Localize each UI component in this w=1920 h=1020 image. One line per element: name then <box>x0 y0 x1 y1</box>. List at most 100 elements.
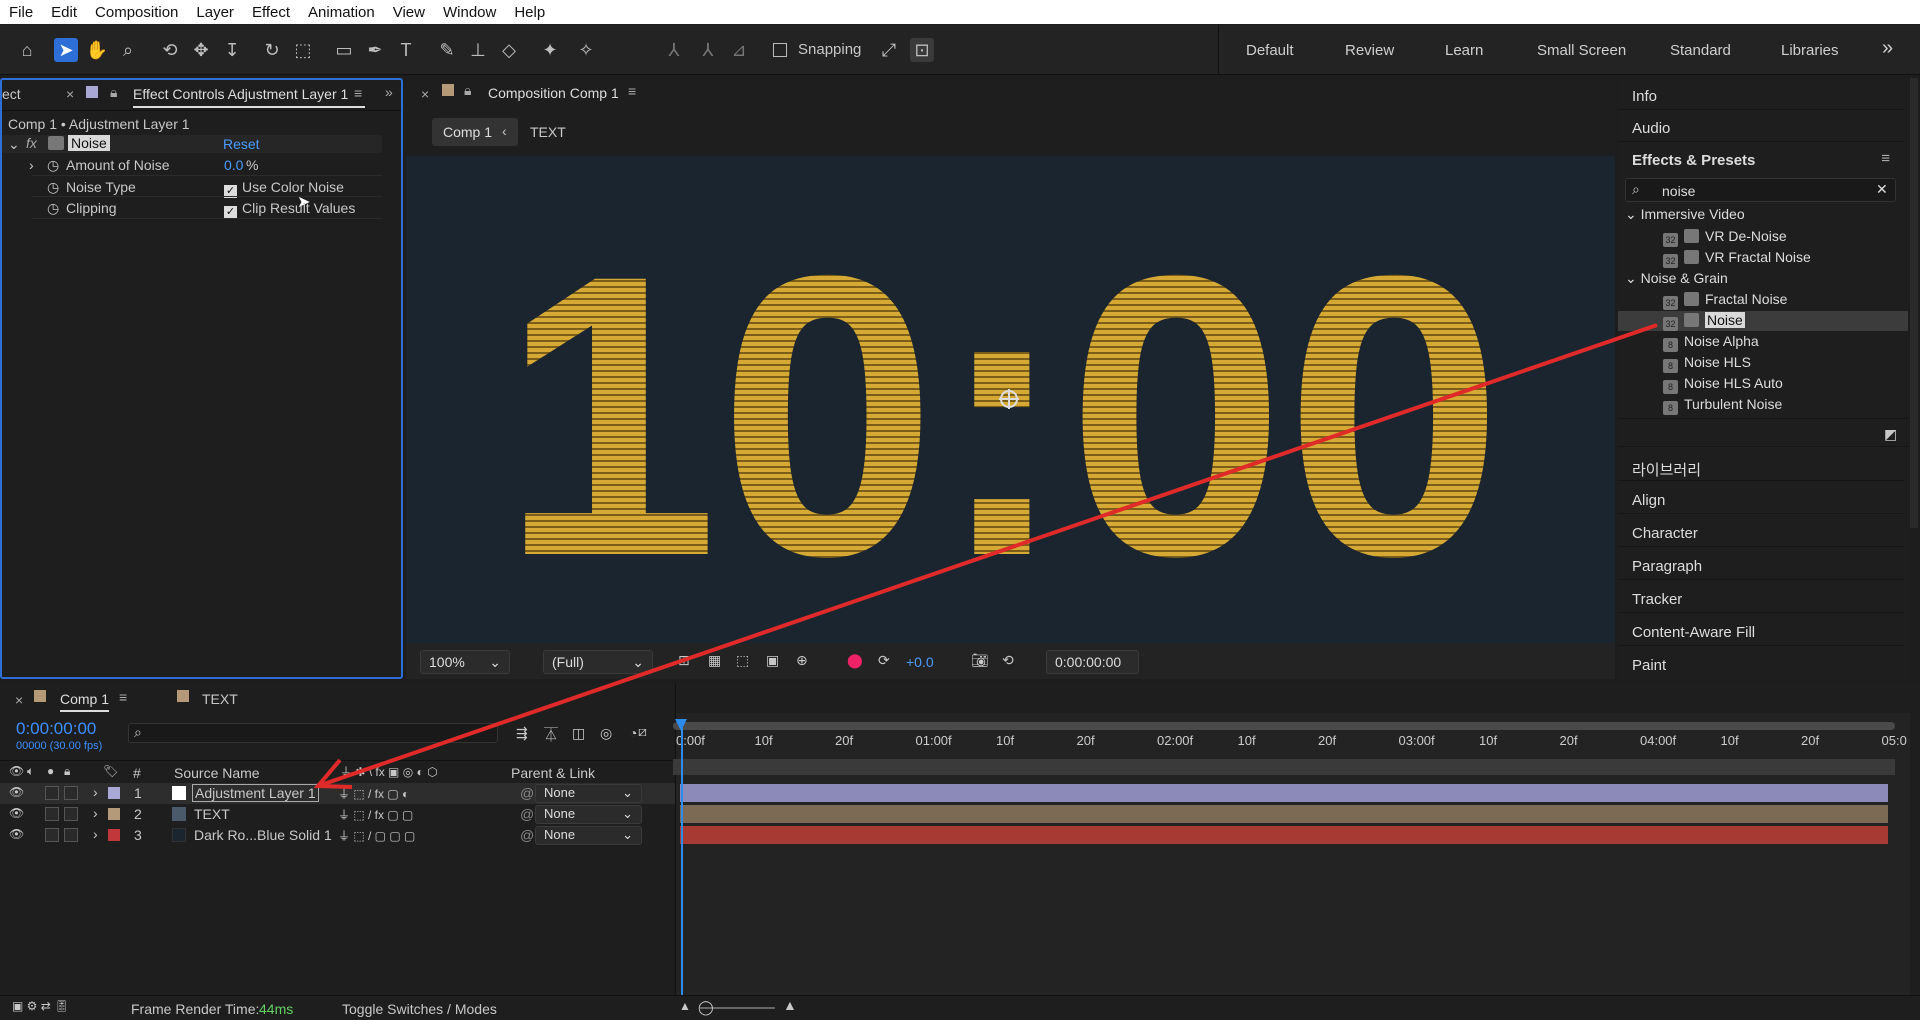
workspace-overflow-icon[interactable]: » <box>1882 37 1893 60</box>
toggle-switches-modes-button[interactable]: Toggle Switches / Modes <box>342 1001 497 1017</box>
menu-window[interactable]: Window <box>434 4 505 21</box>
current-time-field[interactable]: 0:00:00:00 <box>1046 650 1139 674</box>
panel-menu-icon[interactable]: ≡ <box>628 83 636 99</box>
character-panel-header[interactable]: Character <box>1618 515 1904 547</box>
puppet-pin-icon[interactable]: ✧ <box>574 38 598 62</box>
home-icon[interactable]: ⌂ <box>15 38 39 62</box>
brush-tool-icon[interactable]: ✎ <box>435 38 459 62</box>
workspace-default[interactable]: Default <box>1246 42 1294 59</box>
workspace-small-screen[interactable]: Small Screen <box>1537 42 1626 59</box>
stopwatch-icon[interactable]: ◷ <box>47 157 59 174</box>
tab-comp1[interactable]: Comp 1 <box>60 691 110 712</box>
fx-toggle[interactable]: fx <box>26 135 37 151</box>
close-icon[interactable]: × <box>15 692 23 708</box>
pickwhip-icon[interactable]: @ <box>520 827 534 843</box>
effect-item[interactable]: 32 Fractal Noise <box>1663 291 1787 310</box>
roto-brush-icon[interactable]: ✦ <box>538 38 562 62</box>
fast-previews-icon[interactable]: ⊞ <box>678 652 690 669</box>
workspace-libraries[interactable]: Libraries <box>1781 42 1839 59</box>
guides-icon[interactable]: ⊕ <box>796 652 808 669</box>
playhead[interactable] <box>681 723 683 1020</box>
solo-toggle-icon[interactable]: ● <box>47 764 54 778</box>
video-toggle-icon[interactable]: 👁︎ <box>9 764 24 778</box>
crumb-comp1[interactable]: Comp 1 <box>443 124 492 140</box>
layer-switches[interactable]: ⏚ ⬚ / fx ▢ ◐ <box>338 785 409 802</box>
paint-panel-header[interactable]: Paint <box>1618 647 1904 679</box>
work-area-range[interactable] <box>673 759 1895 775</box>
tab-effect-controls[interactable]: Effect Controls Adjustment Layer 1 <box>133 86 365 108</box>
effect-item[interactable]: 32 VR De-Noise <box>1663 228 1787 247</box>
snap-options-icon[interactable]: ⤢ <box>877 38 901 62</box>
pen-tool-icon[interactable]: ✒ <box>363 38 387 62</box>
label-color-swatch[interactable] <box>108 829 120 841</box>
panel-menu-icon[interactable]: ≡ <box>119 689 127 705</box>
motion-blur-icon[interactable]: ◔ <box>629 725 637 741</box>
audio-panel-header[interactable]: Audio <box>1618 110 1904 142</box>
effect-item-noise-selected[interactable]: 32 Noise <box>1663 312 1745 331</box>
effect-item[interactable]: 8 Noise HLS Auto <box>1663 375 1783 394</box>
menu-view[interactable]: View <box>384 4 434 21</box>
clear-search-icon[interactable]: ✕ <box>1876 181 1888 198</box>
effects-search-input[interactable]: ⌕ noise ✕ <box>1625 178 1896 202</box>
graph-editor-icon[interactable]: ⧄ <box>638 723 647 740</box>
zoom-dropdown[interactable]: 100% ⌄ <box>420 650 510 674</box>
axis-local-icon[interactable]: ⅄ <box>662 38 686 62</box>
effect-expand-chevron-icon[interactable]: ⌄ <box>8 136 20 153</box>
label-tag-icon[interactable]: 🏷︎ <box>103 764 118 778</box>
effect-item[interactable]: 32 VR Fractal Noise <box>1663 249 1811 268</box>
type-tool-icon[interactable]: T <box>394 38 418 62</box>
snap-feature-icon[interactable]: ⊡ <box>910 38 934 62</box>
visibility-eye-icon[interactable]: 👁︎ <box>9 806 24 820</box>
tab-composition[interactable]: Composition Comp 1 <box>488 85 619 101</box>
eraser-tool-icon[interactable]: ◇ <box>497 38 521 62</box>
pickwhip-icon[interactable]: @ <box>520 785 534 801</box>
snapping-checkbox[interactable] <box>773 43 787 57</box>
menu-layer[interactable]: Layer <box>187 4 243 21</box>
pan-behind-icon[interactable]: ⬚ <box>291 38 315 62</box>
group-immersive-video[interactable]: ⌄ Immersive Video <box>1625 206 1745 223</box>
menu-effect[interactable]: Effect <box>243 4 299 21</box>
effect-item[interactable]: 8 Noise Alpha <box>1663 333 1759 352</box>
stopwatch-icon[interactable]: ◷ <box>47 179 59 196</box>
lock-icon[interactable]: 🔒︎ <box>464 82 471 99</box>
menu-animation[interactable]: Animation <box>299 4 384 21</box>
pan-camera-icon[interactable]: ✥ <box>189 38 213 62</box>
comp-viewer[interactable]: 10:00 <box>406 156 1615 643</box>
timeline-current-time[interactable]: 0:00:00:00 <box>16 719 96 739</box>
expand-chevron-icon[interactable]: › <box>93 805 98 821</box>
parent-dropdown[interactable]: None ⌄ <box>535 826 642 845</box>
tab-text[interactable]: TEXT <box>202 691 238 707</box>
label-color-swatch[interactable] <box>108 808 120 820</box>
effect-name[interactable]: Noise <box>68 135 110 151</box>
effects-presets-header[interactable]: Effects & Presets ≡ <box>1618 142 1904 174</box>
layer-row[interactable]: 👁︎ › 2 TEXT ⏚ ⬚ / fx ▢ ▢ @ None ⌄ <box>0 804 675 825</box>
layer-duration-bar[interactable] <box>680 784 1888 802</box>
lock-icon[interactable]: 🔒︎ <box>110 84 117 101</box>
visibility-eye-icon[interactable]: 👁︎ <box>9 827 24 841</box>
new-preset-icon[interactable]: ◩ <box>1884 426 1897 443</box>
crumb-text[interactable]: TEXT <box>530 124 566 140</box>
layer-row[interactable]: 👁︎ › 1 Adjustment Layer 1 ⏚ ⬚ / fx ▢ ◐ @… <box>0 783 675 804</box>
zoom-in-icon[interactable]: ▲ <box>783 997 797 1013</box>
layer-switches[interactable]: ⏚ ⬚ / ▢ ▢ ▢ <box>338 827 415 844</box>
pickwhip-icon[interactable]: @ <box>520 806 534 822</box>
dolly-camera-icon[interactable]: ↧ <box>220 38 244 62</box>
menu-edit[interactable]: Edit <box>42 4 86 21</box>
mask-visibility-icon[interactable]: ⬚ <box>736 652 749 669</box>
close-icon[interactable]: × <box>421 86 429 102</box>
libraries-panel-header[interactable]: 라이브러리 <box>1618 449 1904 481</box>
audio-toggle-icon[interactable]: 🔈︎ <box>27 764 34 779</box>
zoom-out-icon[interactable]: ▲ <box>679 999 691 1013</box>
resolution-dropdown[interactable]: (Full) ⌄ <box>543 650 653 674</box>
content-aware-fill-panel-header[interactable]: Content-Aware Fill <box>1618 614 1904 646</box>
layer-search-input[interactable]: ⌕ <box>128 723 498 743</box>
work-area-bar[interactable] <box>673 722 1895 730</box>
workspace-review[interactable]: Review <box>1345 42 1394 59</box>
workspace-learn[interactable]: Learn <box>1445 42 1483 59</box>
clone-stamp-icon[interactable]: ⊥ <box>466 38 490 62</box>
rotate-tool-icon[interactable]: ↻ <box>260 38 284 62</box>
zoom-tool-icon[interactable]: ⌕ <box>116 38 140 62</box>
rectangle-tool-icon[interactable]: ▭ <box>332 38 356 62</box>
axis-view-icon[interactable]: ⊿ <box>727 38 751 62</box>
show-snapshot-icon[interactable]: ⟲ <box>1002 652 1014 669</box>
